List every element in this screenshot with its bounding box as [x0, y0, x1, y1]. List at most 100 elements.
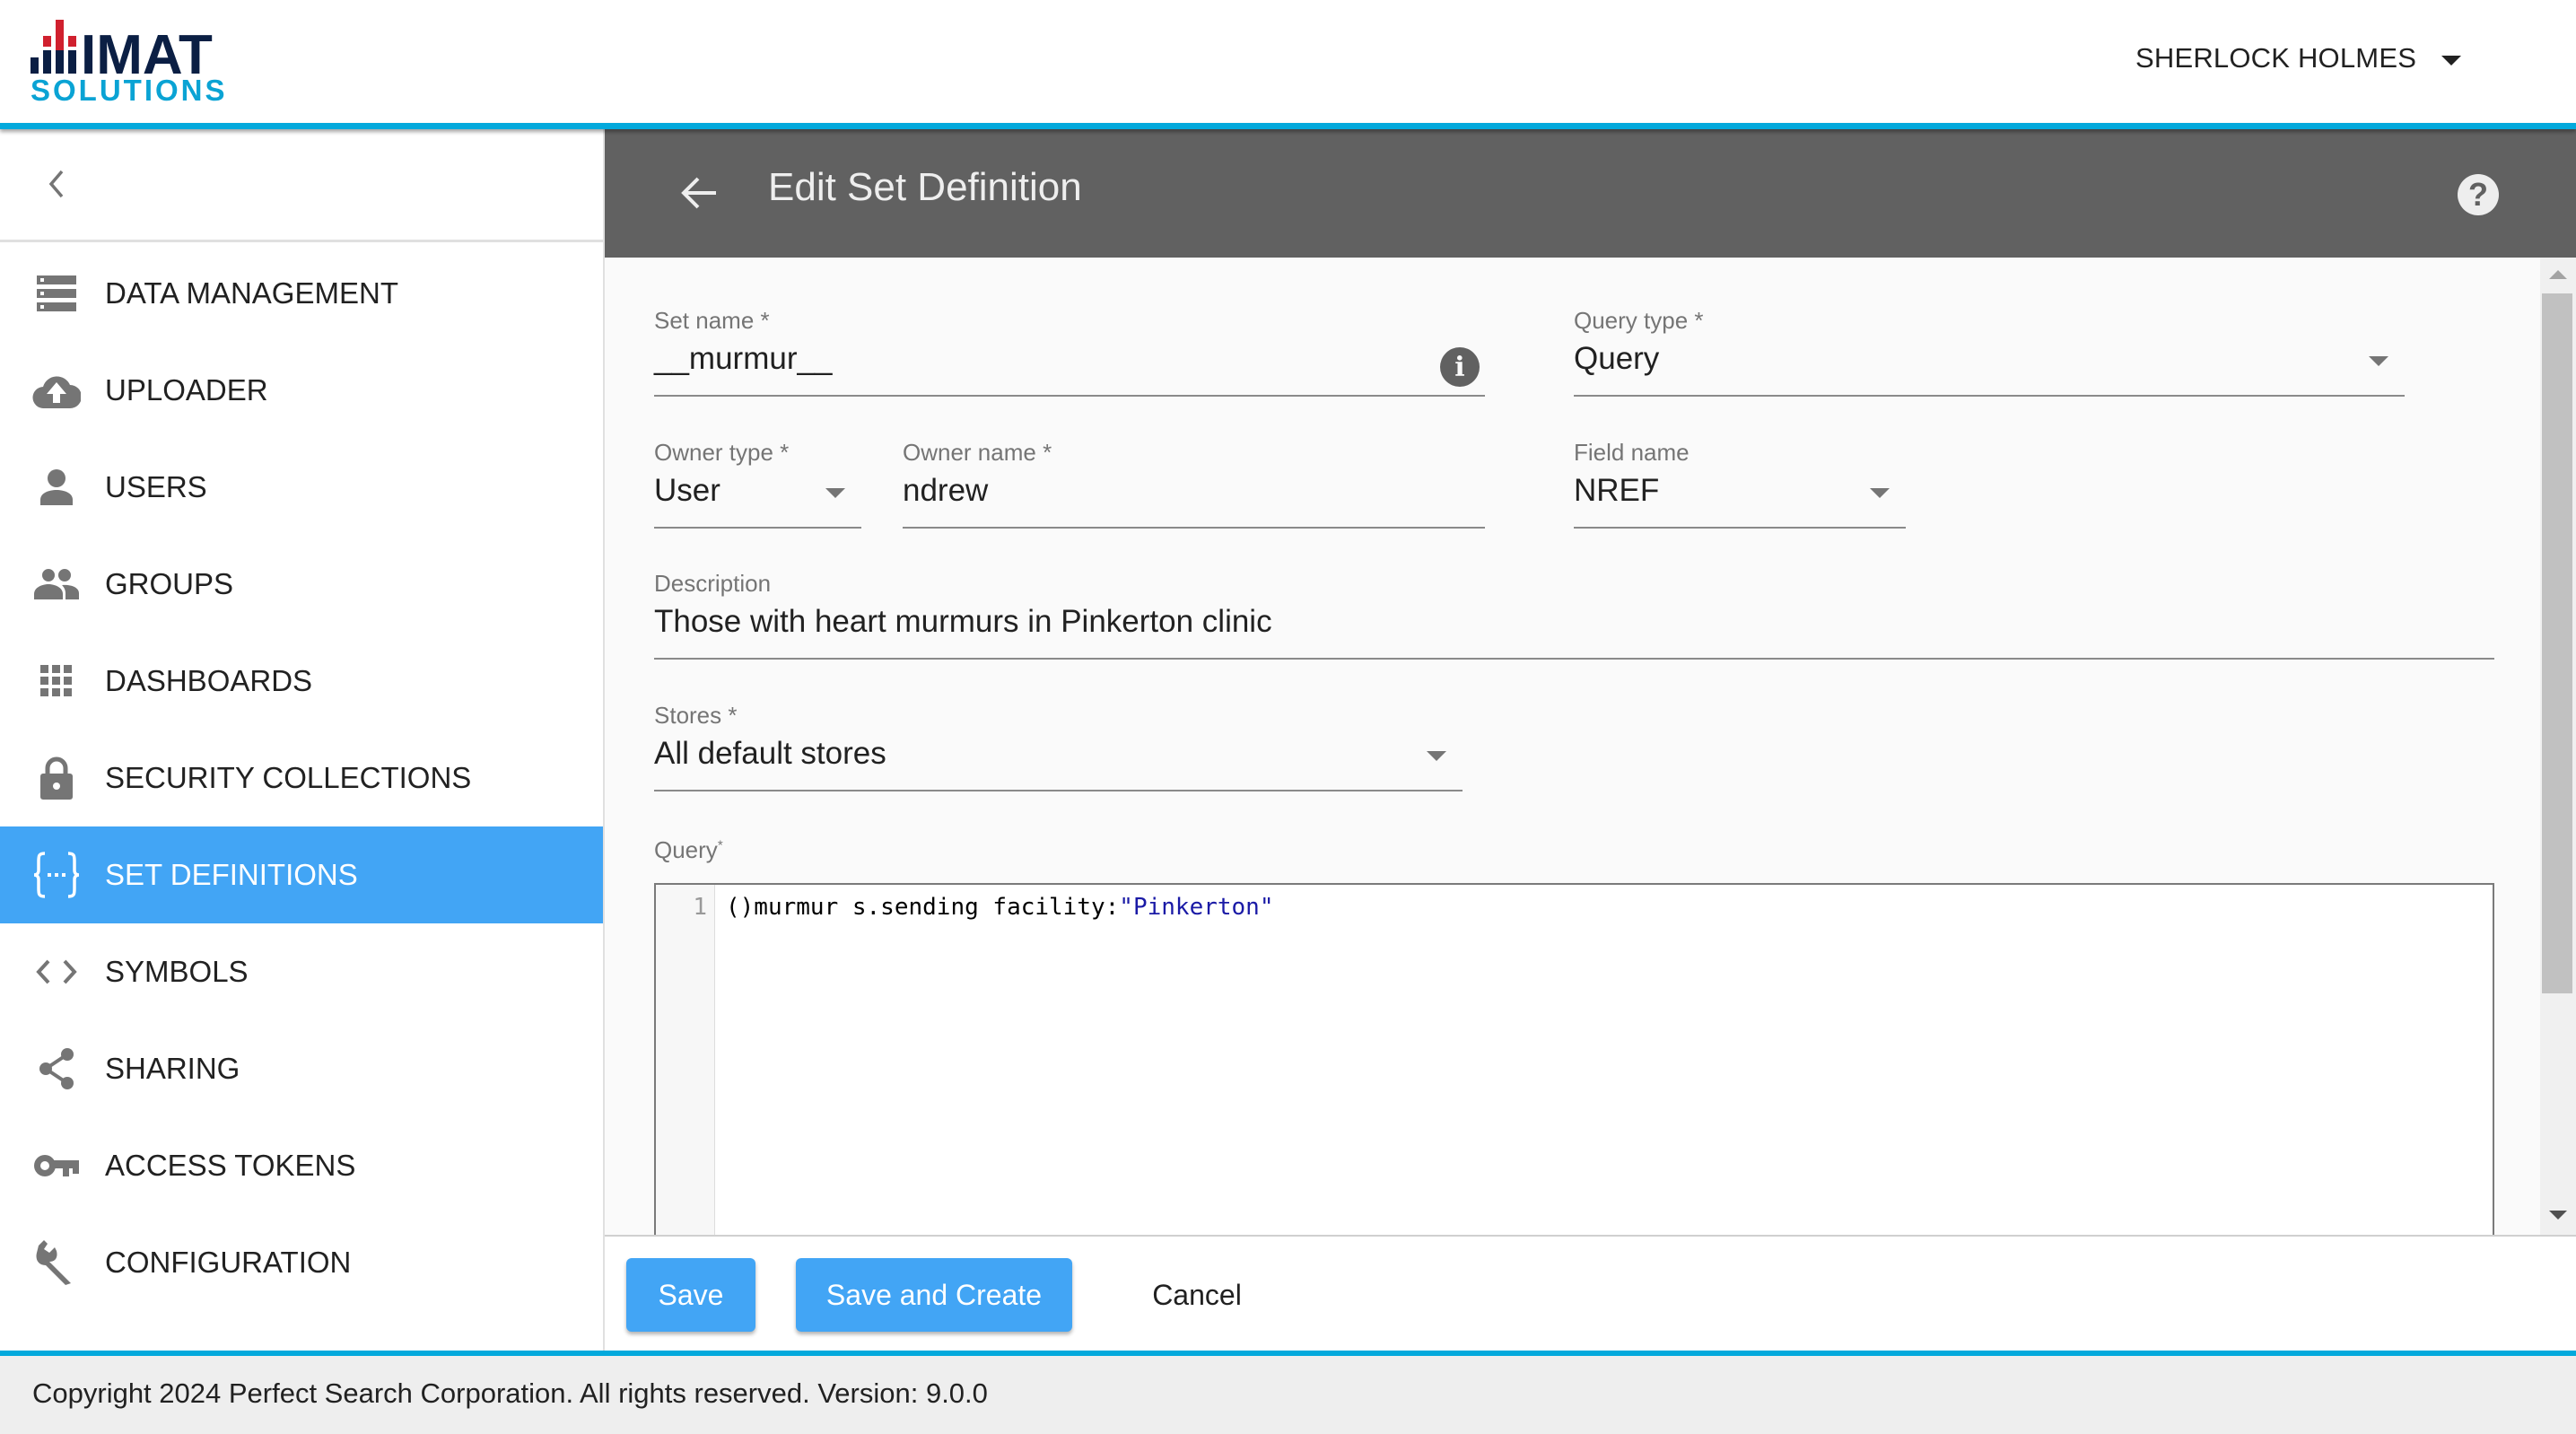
sidebar-item-access-tokens[interactable]: ACCESS TOKENS: [0, 1117, 603, 1214]
help-icon[interactable]: ?: [2458, 174, 2499, 215]
query-type-value[interactable]: Query: [1574, 341, 1659, 377]
sidebar-item-groups[interactable]: GROUPS: [0, 536, 603, 633]
sidebar-item-label: SECURITY COLLECTIONS: [105, 761, 472, 794]
sidebar-item-label: GROUPS: [105, 567, 234, 600]
description-label: Description: [654, 570, 772, 597]
user-name[interactable]: SHERLOCK HOLMES: [2135, 42, 2416, 74]
caret-down-icon[interactable]: [825, 488, 845, 498]
query-code-line[interactable]: ()murmur s.sending facility:"Pinkerton": [726, 894, 1273, 921]
form-area: Set name * __murmur__ i Query type * Que…: [605, 258, 2576, 1235]
info-icon[interactable]: i: [1440, 347, 1480, 387]
user-menu[interactable]: SHERLOCK HOLMES: [2135, 36, 2462, 81]
scroll-up-icon[interactable]: [2549, 270, 2567, 279]
owner-name-label: Owner name *: [903, 439, 1052, 466]
chevron-left-icon[interactable]: [48, 169, 65, 199]
sidebar-item-label: SHARING: [105, 1052, 240, 1085]
description-underline: [654, 658, 2494, 660]
description-field[interactable]: Description Those with heart murmurs in …: [654, 570, 2494, 660]
lock-icon: [32, 754, 81, 802]
footer-copyright: Copyright 2024 Perfect Search Corporatio…: [32, 1377, 988, 1409]
sidebar-nav: DATA MANAGEMENT UPLOADER USERS GROUPS DA…: [0, 245, 603, 1311]
field-name-label: Field name: [1574, 439, 1690, 466]
stores-label: Stores *: [654, 702, 738, 729]
sidebar-item-dashboards[interactable]: DASHBOARDS: [0, 633, 603, 730]
sidebar-item-data-management[interactable]: DATA MANAGEMENT: [0, 245, 603, 342]
query-editor[interactable]: 1 ()murmur s.sending facility:"Pinkerton…: [654, 883, 2494, 1235]
logo-text-solutions: SOLUTIONS: [31, 74, 228, 102]
owner-name-underline: [903, 527, 1485, 529]
line-number: 1: [693, 894, 707, 921]
field-name-select[interactable]: Field name NREF: [1574, 439, 1906, 529]
caret-down-icon[interactable]: [2369, 356, 2388, 366]
action-bar: Save Save and Create Cancel: [605, 1235, 2576, 1351]
scroll-down-icon[interactable]: [2549, 1211, 2567, 1220]
sidebar-collapse-button[interactable]: [36, 163, 77, 205]
people-icon: [32, 560, 81, 608]
sidebar: DATA MANAGEMENT UPLOADER USERS GROUPS DA…: [0, 129, 605, 1351]
logo-bars-icon: [31, 20, 76, 74]
query-type-label: Query type *: [1574, 307, 1704, 334]
sidebar-item-label: ACCESS TOKENS: [105, 1149, 356, 1182]
cloud-upload-icon: [32, 366, 81, 415]
caret-down-icon[interactable]: [1870, 488, 1890, 498]
code-text: ()murmur s.sending facility:: [726, 894, 1120, 921]
stores-select[interactable]: Stores * All default stores: [654, 702, 1463, 791]
storage-icon: [32, 269, 81, 318]
description-input[interactable]: Those with heart murmurs in Pinkerton cl…: [654, 604, 1272, 640]
query-type-underline: [1574, 395, 2405, 397]
grid-icon: [32, 657, 81, 705]
arrow-left-icon[interactable]: [680, 176, 718, 210]
stores-value[interactable]: All default stores: [654, 736, 886, 772]
sidebar-item-label: CONFIGURATION: [105, 1246, 352, 1279]
owner-name-input[interactable]: ndrew: [903, 473, 988, 509]
imat-solutions-logo[interactable]: IMAT SOLUTIONS: [31, 13, 282, 102]
code-icon: [32, 948, 81, 996]
sidebar-item-users[interactable]: USERS: [0, 439, 603, 536]
owner-name-field[interactable]: Owner name * ndrew: [903, 439, 1485, 529]
query-type-select[interactable]: Query type * Query: [1574, 307, 2405, 397]
set-name-underline: [654, 395, 1485, 397]
sidebar-item-label: UPLOADER: [105, 373, 268, 407]
owner-type-select[interactable]: Owner type * User: [654, 439, 861, 529]
save-and-create-button[interactable]: Save and Create: [796, 1258, 1072, 1332]
save-button[interactable]: Save: [626, 1258, 755, 1332]
sidebar-collapse-row: [0, 129, 603, 242]
field-name-underline: [1574, 527, 1906, 529]
sidebar-item-security-collections[interactable]: SECURITY COLLECTIONS: [0, 730, 603, 826]
field-name-value[interactable]: NREF: [1574, 473, 1659, 509]
cancel-button[interactable]: Cancel: [1107, 1258, 1287, 1332]
page-title: Edit Set Definition: [768, 165, 1082, 209]
top-bar: IMAT SOLUTIONS SHERLOCK HOLMES: [0, 0, 2576, 124]
braces-icon: [32, 851, 81, 899]
required-mark: *: [717, 837, 723, 853]
set-name-field[interactable]: Set name * __murmur__ i: [654, 307, 1485, 397]
owner-type-label: Owner type *: [654, 439, 790, 466]
sidebar-item-set-definitions[interactable]: SET DEFINITIONS: [0, 826, 603, 923]
wrench-icon: [32, 1238, 81, 1287]
scrollbar-thumb[interactable]: [2542, 293, 2572, 993]
caret-down-icon[interactable]: [2441, 55, 2462, 66]
stores-underline: [654, 790, 1463, 791]
owner-type-underline: [654, 527, 861, 529]
sidebar-item-label: SET DEFINITIONS: [105, 858, 358, 891]
sidebar-item-configuration[interactable]: CONFIGURATION: [0, 1214, 603, 1311]
back-button[interactable]: [677, 171, 721, 215]
share-icon: [32, 1045, 81, 1093]
set-name-label: Set name *: [654, 307, 770, 334]
editor-gutter: 1: [656, 885, 715, 1235]
sidebar-item-sharing[interactable]: SHARING: [0, 1020, 603, 1117]
sidebar-item-label: DATA MANAGEMENT: [105, 276, 398, 310]
page-header: Edit Set Definition ?: [605, 129, 2576, 258]
sidebar-item-uploader[interactable]: UPLOADER: [0, 342, 603, 439]
caret-down-icon[interactable]: [1427, 751, 1446, 761]
owner-type-value[interactable]: User: [654, 473, 720, 509]
sidebar-item-label: DASHBOARDS: [105, 664, 313, 697]
sidebar-item-label: USERS: [105, 470, 207, 503]
person-icon: [32, 463, 81, 512]
query-label: Query*: [654, 836, 723, 864]
vertical-scrollbar[interactable]: [2540, 258, 2576, 1235]
top-bar-border: [0, 123, 2576, 129]
sidebar-item-label: SYMBOLS: [105, 955, 249, 988]
sidebar-item-symbols[interactable]: SYMBOLS: [0, 923, 603, 1020]
set-name-input[interactable]: __murmur__: [654, 341, 832, 377]
